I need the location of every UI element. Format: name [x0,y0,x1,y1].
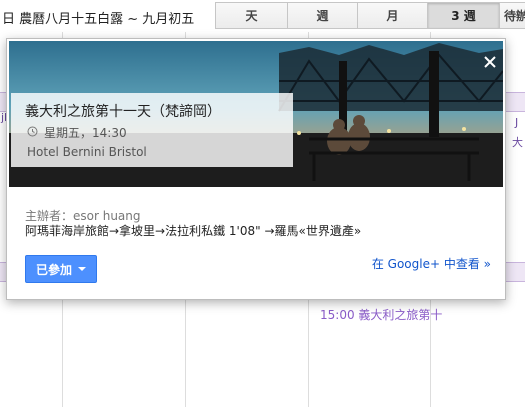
close-icon[interactable] [483,55,497,69]
view-switcher: 天 週 月 3 週 待辦 [215,2,525,29]
event-details-popup: 義大利之旅第十一天（梵諦岡） 星期五，14:30 Hotel Bernini B… [6,38,506,300]
calendar-header: 日 農曆八月十五白露 ~ 九月初五 天 週 月 3 週 待辦 [0,0,525,32]
view-day-button[interactable]: 天 [215,2,288,29]
event-title-panel: 義大利之旅第十一天（梵諦岡） 星期五，14:30 Hotel Bernini B… [11,93,293,167]
event-title: 義大利之旅第十一天（梵諦岡） [25,104,221,120]
event-photo: 義大利之旅第十一天（梵諦岡） 星期五，14:30 Hotel Bernini B… [9,41,503,187]
event-time-label: 星期五，14:30 [44,126,127,140]
attending-button[interactable]: 已參加 [25,255,97,283]
event-location: Hotel Bernini Bristol [27,145,147,159]
clock-icon [27,126,38,140]
view-3week-button[interactable]: 3 週 [428,2,500,29]
event-snippet[interactable]: 大 [512,134,523,150]
event-snippet[interactable]: J [515,116,518,129]
event-bar[interactable] [505,262,525,282]
view-week-button[interactable]: 週 [288,2,358,29]
view-on-google-plus-link[interactable]: 在 Google+ 中查看 » [372,255,491,272]
event-description: 阿瑪菲海岸旅館→拿坡里→法拉利私鐵 1'08" →羅馬«世界遺產» [25,224,362,238]
attending-label: 已參加 [35,262,72,277]
event-time: 星期五，14:30 [27,124,127,141]
chevron-down-icon [78,267,86,271]
view-month-button[interactable]: 月 [358,2,428,29]
view-tasks-button[interactable]: 待辦 [500,2,525,29]
date-range-label: 日 農曆八月十五白露 ~ 九月初五 [2,12,195,27]
calendar-event-1500[interactable]: 15:00 義大利之旅第十 [320,306,442,323]
